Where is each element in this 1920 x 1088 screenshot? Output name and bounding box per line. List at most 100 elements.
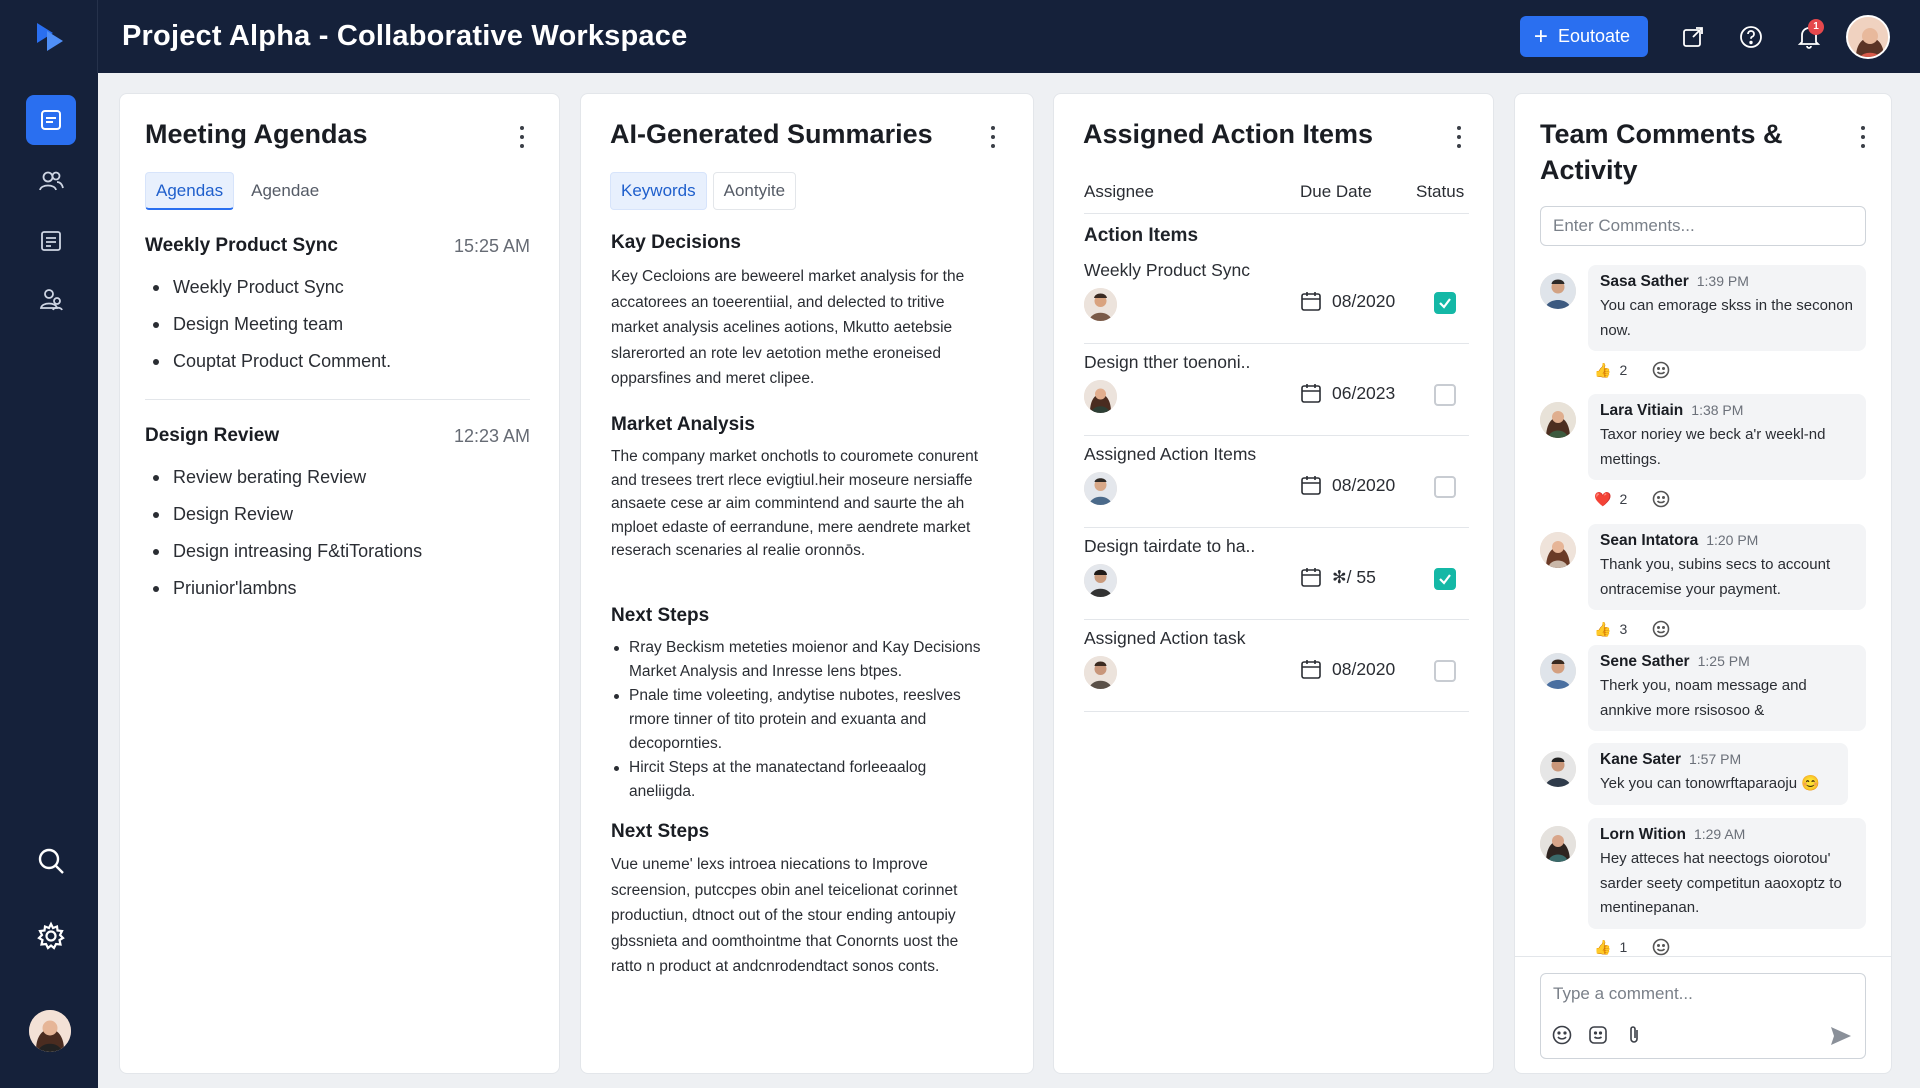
status-checkbox[interactable] <box>1434 476 1456 498</box>
comment-bubble: Lara Vitiain 1:38 PM Taxor noriey we beck… <box>1588 394 1866 480</box>
agenda-item: Review berating Review <box>145 459 530 496</box>
sticker-icon[interactable] <box>1587 1024 1609 1046</box>
primary-action-button[interactable]: + Eoutoate <box>1519 16 1648 57</box>
sidebar-search[interactable] <box>26 836 76 886</box>
commenter-name: Kane Sater <box>1600 751 1681 768</box>
meeting-time: 15:25 AM <box>453 235 530 256</box>
user-avatar[interactable] <box>1846 14 1890 59</box>
comment-search-input[interactable]: Enter Comments... <box>1540 206 1866 246</box>
commenter-avatar <box>1540 402 1576 438</box>
comment-reactions: 👍 3 <box>1588 616 1671 642</box>
gear-icon <box>37 921 65 950</box>
avatar-image <box>1540 532 1576 568</box>
next-steps-list: Rray Beckism meteties moienor and Kay De… <box>611 636 986 804</box>
column-due-date: Due Date <box>1300 182 1372 201</box>
plus-icon: + <box>1533 22 1548 50</box>
section-heading: Kay Decisions <box>611 232 741 253</box>
commenter-avatar <box>1540 273 1576 309</box>
commenter-name: Lorn Wition <box>1600 826 1686 843</box>
reaction-pill[interactable]: 👍 3 <box>1588 616 1634 642</box>
commenter-avatar <box>1540 751 1576 787</box>
due-date: ✻/ 55 <box>1300 566 1376 588</box>
agenda-item: Design Meeting team <box>145 306 530 343</box>
meeting-name: Weekly Product Sync <box>145 235 338 256</box>
tab-agendas[interactable]: Agendas <box>145 172 235 210</box>
users-icon <box>39 171 64 191</box>
tab-aontyite[interactable]: Aontyite <box>712 172 797 210</box>
add-reaction-icon[interactable] <box>1651 619 1671 639</box>
comment-bubble: Sene Sather 1:25 PM Therk you, noam messa… <box>1588 645 1866 731</box>
sidebar-item-team[interactable] <box>26 156 76 206</box>
agenda-item: Design intreasing F&tiTorations <box>145 533 530 570</box>
comment-compose[interactable]: Type a comment... <box>1540 973 1866 1059</box>
comment-time: 1:29 AM <box>1693 826 1746 842</box>
due-date-text: 08/2020 <box>1332 290 1396 311</box>
more-options-icon[interactable] <box>1447 122 1471 152</box>
app-title: Project Alpha - Collaborative Workspace <box>122 20 688 52</box>
tab-keywords[interactable]: Keywords <box>610 172 707 210</box>
document-icon <box>41 110 61 130</box>
reaction-count: 2 <box>1619 491 1628 507</box>
avatar-image <box>1540 751 1576 787</box>
reaction-pill[interactable]: 👍 2 <box>1588 357 1634 383</box>
logo-icon <box>36 22 63 51</box>
agenda-meeting[interactable]: Weekly Product Sync 15:25 AM Weekly Prod… <box>145 231 530 380</box>
meeting-agendas-panel: Meeting Agendas Agendas Agendae Weekly P… <box>119 93 560 1074</box>
due-date-text: 06/2023 <box>1332 382 1396 403</box>
table-row[interactable]: Assigned Action Items 08/2020 <box>1084 436 1469 528</box>
app-logo[interactable] <box>0 0 98 73</box>
commenter-avatar <box>1540 532 1576 568</box>
reaction-pill[interactable]: ❤️ 2 <box>1588 486 1634 512</box>
sidebar-item-documents[interactable] <box>26 95 76 145</box>
section-label: Action Items <box>1084 225 1199 246</box>
add-reaction-icon[interactable] <box>1651 360 1671 380</box>
share-button[interactable] <box>1664 8 1722 66</box>
table-row[interactable]: Weekly Product Sync 08/2020 <box>1084 252 1469 344</box>
add-reaction-icon[interactable] <box>1651 489 1671 509</box>
emoji-icon[interactable] <box>1551 1024 1573 1046</box>
calendar-icon <box>1301 568 1321 587</box>
section-text: The company market onchotls to couromete… <box>611 448 979 559</box>
agenda-meeting[interactable]: Design Review 12:23 AM Review berating R… <box>145 421 530 607</box>
avatar-image <box>1540 826 1576 862</box>
sidebar-settings[interactable] <box>26 911 76 961</box>
sidebar-item-notes[interactable] <box>26 216 76 266</box>
sidebar-item-people[interactable] <box>26 275 76 325</box>
due-date: 08/2020 <box>1300 290 1395 312</box>
send-icon[interactable] <box>1829 1024 1853 1048</box>
avatar-image <box>1848 16 1888 57</box>
people-icon <box>39 289 63 311</box>
status-checkbox[interactable] <box>1434 384 1456 406</box>
commenter-name: Sene Sather <box>1600 653 1690 670</box>
status-checkbox[interactable] <box>1434 660 1456 682</box>
summary-tabs: Keywords Aontyite <box>610 172 797 210</box>
table-row[interactable]: Assigned Action task 08/2020 <box>1084 620 1469 712</box>
status-checkbox[interactable] <box>1434 568 1456 590</box>
commenter-name: Lara Vitiain <box>1600 402 1684 419</box>
table-row[interactable]: Design tairdate to ha.. ✻/ 55 <box>1084 528 1469 620</box>
due-date: 06/2023 <box>1300 382 1395 404</box>
commenter-avatar <box>1540 826 1576 862</box>
more-options-icon[interactable] <box>1851 122 1875 152</box>
paperclip-icon[interactable] <box>1623 1024 1645 1046</box>
tab-agendae[interactable]: Agendae <box>240 172 331 210</box>
notifications-button[interactable]: 1 <box>1780 8 1838 66</box>
sidebar-user-avatar[interactable] <box>29 1010 71 1052</box>
status-checkbox[interactable] <box>1434 292 1456 314</box>
comment-time: 1:57 PM <box>1688 751 1742 767</box>
section-heading: Next Steps <box>611 821 710 842</box>
more-options-icon[interactable] <box>981 122 1005 152</box>
avatar-image <box>1084 380 1117 413</box>
agenda-tabs: Agendas Agendae <box>145 172 331 210</box>
comment-time: 1:39 PM <box>1696 273 1749 289</box>
reaction-count: 2 <box>1619 362 1628 378</box>
comment-bubble: Kane Sater 1:57 PM Yek you can tonowrftap… <box>1588 743 1848 805</box>
add-reaction-icon[interactable] <box>1651 937 1671 957</box>
help-button[interactable] <box>1722 8 1780 66</box>
agenda-item: Design Review <box>145 496 530 533</box>
action-title: Design tairdate to ha.. <box>1084 536 1256 556</box>
action-items-panel: Assigned Action Items Assignee Due Date … <box>1053 93 1494 1074</box>
table-row[interactable]: Design tther toenoni.. 06/2023 <box>1084 344 1469 436</box>
commenter-avatar <box>1540 653 1576 689</box>
more-options-icon[interactable] <box>510 122 534 152</box>
